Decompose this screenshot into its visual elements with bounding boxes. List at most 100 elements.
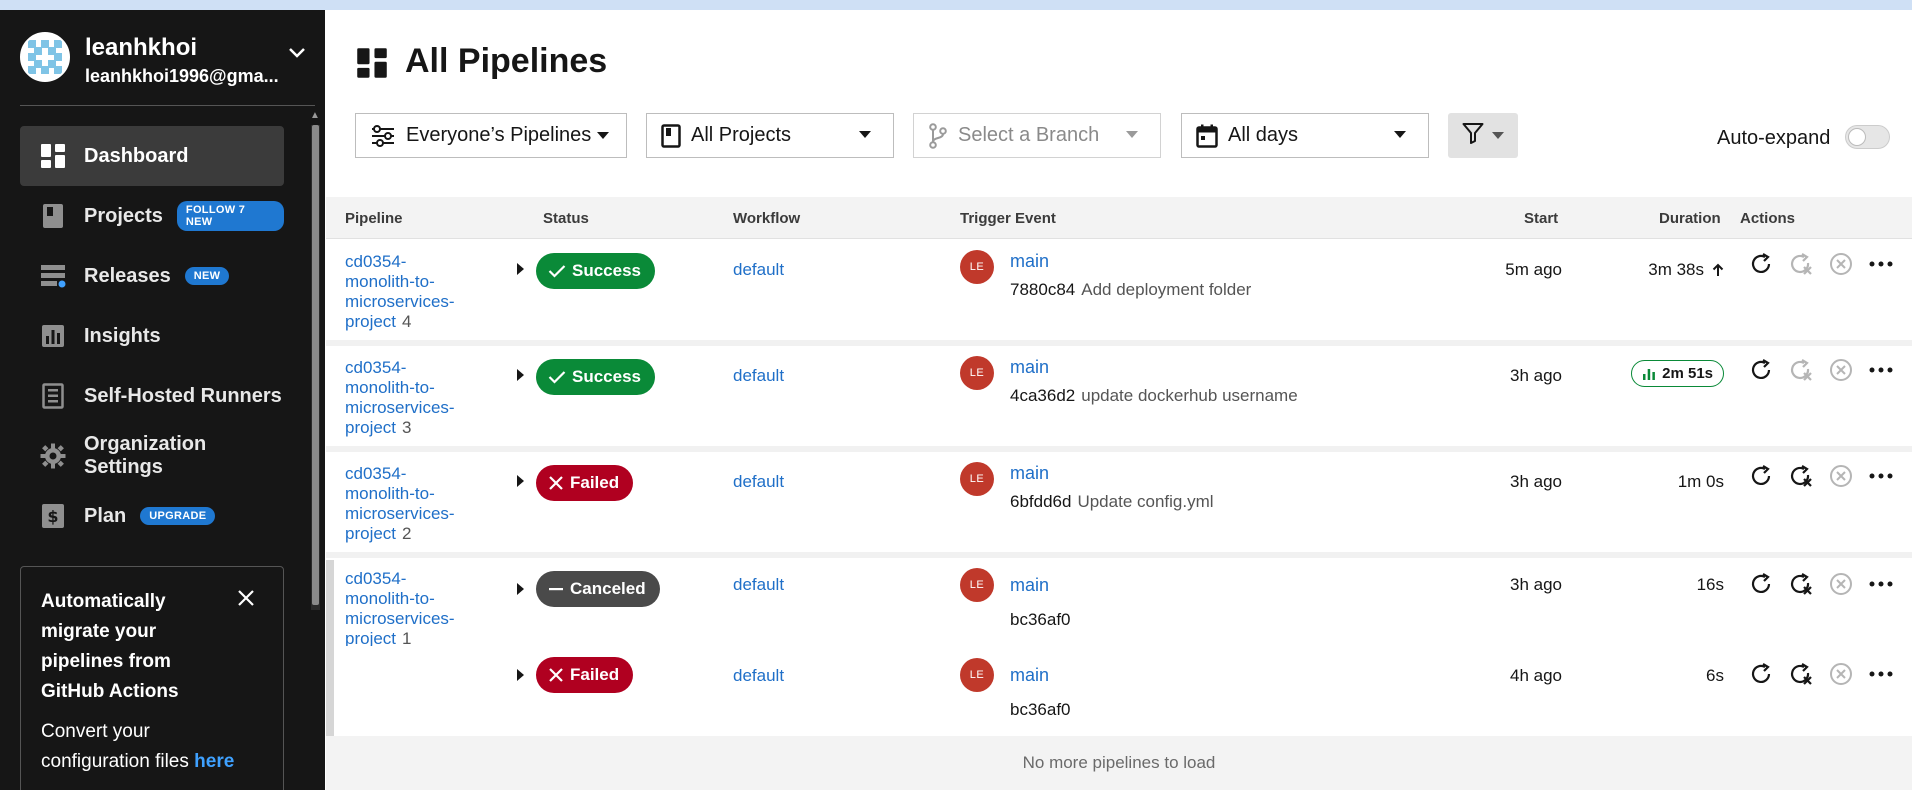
branch-placeholder: Select a Branch <box>958 124 1100 146</box>
cancel-icon[interactable] <box>1828 463 1854 489</box>
commit-message: update dockerhub username <box>1081 386 1298 405</box>
rerun-failed-icon[interactable] <box>1788 251 1814 277</box>
workflow-group-indicator <box>326 560 334 740</box>
auto-expand-toggle[interactable] <box>1845 125 1890 149</box>
x-icon <box>548 667 564 683</box>
commit-hash[interactable]: 4ca36d2 <box>1010 386 1075 405</box>
expand-row-icon[interactable] <box>517 669 524 681</box>
workflow-link[interactable]: default <box>733 472 784 492</box>
start-time: 4h ago <box>1510 666 1562 685</box>
branch-link[interactable]: main <box>1010 665 1049 686</box>
rerun-icon[interactable] <box>1748 251 1774 277</box>
pipeline-link[interactable]: cd0354- monolith-to- microservices- proj… <box>345 569 475 649</box>
pipeline-name-line: microservices- <box>345 398 455 417</box>
sidebar-item-insights[interactable]: Insights <box>20 306 284 366</box>
projects-filter[interactable]: All Projects <box>646 113 894 158</box>
pipeline-link[interactable]: cd0354- monolith-to- microservices- proj… <box>345 464 475 544</box>
commit-hash[interactable]: 7880c84 <box>1010 280 1075 299</box>
workflow-link[interactable]: default <box>733 575 784 595</box>
follow-badge[interactable]: FOLLOW 7 NEW <box>176 201 284 231</box>
expand-row-icon[interactable] <box>517 475 524 487</box>
workflow-link[interactable]: default <box>733 366 784 386</box>
status-badge[interactable]: Failed <box>536 657 634 693</box>
expand-row-icon[interactable] <box>517 369 524 381</box>
rerun-failed-icon[interactable] <box>1788 661 1814 687</box>
commit-hash[interactable]: bc36af0 <box>1010 700 1071 719</box>
commit-hash[interactable]: 6bfdd6d <box>1010 492 1071 511</box>
table-row[interactable]: cd0354- monolith-to- microservices- proj… <box>326 346 1912 446</box>
sidebar-item-plan[interactable]: $ Plan UPGRADE <box>20 486 284 546</box>
table-row[interactable]: cd0354- monolith-to- microservices- proj… <box>334 558 1912 649</box>
chevron-down-icon[interactable] <box>288 46 306 64</box>
avatar: LE <box>960 250 994 284</box>
row-actions <box>1748 251 1908 277</box>
rerun-icon[interactable] <box>1748 571 1774 597</box>
sidebar-item-organization-settings[interactable]: Organization Settings <box>20 426 284 486</box>
close-icon[interactable] <box>237 589 255 612</box>
rerun-icon[interactable] <box>1748 661 1774 687</box>
cancel-icon[interactable] <box>1828 357 1854 383</box>
rerun-icon[interactable] <box>1748 463 1774 489</box>
status-label: Success <box>572 261 641 280</box>
expand-row-icon[interactable] <box>517 263 524 275</box>
branch-link[interactable]: main <box>1010 251 1049 272</box>
status-badge[interactable]: Failed <box>536 465 634 501</box>
rerun-failed-icon[interactable] <box>1788 357 1814 383</box>
cancel-icon[interactable] <box>1828 251 1854 277</box>
avatar <box>20 32 70 82</box>
branch-filter[interactable]: Select a Branch <box>913 113 1161 158</box>
start-time: 3h ago <box>1510 472 1562 491</box>
branch-link[interactable]: main <box>1010 575 1049 596</box>
table-row[interactable]: cd0354- monolith-to- microservices- proj… <box>326 452 1912 552</box>
status-badge[interactable]: Success <box>536 359 655 395</box>
pipeline-name-line: microservices- <box>345 609 455 628</box>
duration-insight-pill[interactable]: 2m 51s <box>1631 360 1724 387</box>
cancel-icon[interactable] <box>1828 571 1854 597</box>
date-filter[interactable]: All days <box>1181 113 1429 158</box>
upgrade-badge[interactable]: UPGRADE <box>140 507 216 525</box>
pipeline-name-line: monolith-to- <box>345 378 435 397</box>
pipeline-name-line: project <box>345 312 397 331</box>
duration[interactable]: 2m 51s <box>1631 360 1724 387</box>
more-icon[interactable] <box>1868 661 1894 687</box>
pipelines-owner-filter[interactable]: Everyone’s Pipelines <box>355 113 627 158</box>
workflow-link[interactable]: default <box>733 260 784 280</box>
sidebar-item-label: Self-Hosted Runners <box>84 384 282 407</box>
caret-down-icon <box>597 132 610 139</box>
releases-icon <box>40 263 66 289</box>
status-badge[interactable]: Canceled <box>536 571 660 607</box>
scroll-up-icon[interactable]: ▲ <box>310 110 320 121</box>
more-icon[interactable] <box>1868 571 1894 597</box>
pipeline-link[interactable]: cd0354- monolith-to- microservices- proj… <box>345 358 475 438</box>
pipeline-link[interactable]: cd0354- monolith-to- microservices- proj… <box>345 252 475 332</box>
branch-link[interactable]: main <box>1010 463 1049 484</box>
more-icon[interactable] <box>1868 251 1894 277</box>
avatar: LE <box>960 658 994 692</box>
sidebar-item-releases[interactable]: Releases NEW <box>20 246 284 306</box>
more-icon[interactable] <box>1868 463 1894 489</box>
workflow-link[interactable]: default <box>733 666 784 686</box>
start-time: 5m ago <box>1505 260 1562 279</box>
sidebar-scrollbar[interactable] <box>311 125 320 610</box>
rerun-failed-icon[interactable] <box>1788 571 1814 597</box>
filter-menu-button[interactable] <box>1448 113 1518 158</box>
rerun-failed-icon[interactable] <box>1788 463 1814 489</box>
cancel-icon[interactable] <box>1828 661 1854 687</box>
column-header-actions: Actions <box>1740 210 1796 227</box>
user-menu[interactable]: leanhkhoi leanhkhoi1996@gma... <box>20 32 310 92</box>
duration-value: 2m 51s <box>1662 365 1713 382</box>
rerun-icon[interactable] <box>1748 357 1774 383</box>
more-icon[interactable] <box>1868 357 1894 383</box>
commit-hash[interactable]: bc36af0 <box>1010 610 1071 629</box>
status-badge[interactable]: Success <box>536 253 655 289</box>
projects-icon <box>40 203 66 229</box>
sidebar-item-self-hosted-runners[interactable]: Self-Hosted Runners <box>20 366 284 426</box>
table-row[interactable]: cd0354- monolith-to- microservices- proj… <box>326 240 1912 340</box>
expand-row-icon[interactable] <box>517 583 524 595</box>
branch-link[interactable]: main <box>1010 357 1049 378</box>
duration: 16s <box>1696 575 1724 594</box>
sidebar-item-projects[interactable]: Projects FOLLOW 7 NEW <box>20 186 284 246</box>
table-row[interactable]: Failed default LE main bc36af0 4h ago 6s <box>334 646 1912 736</box>
sidebar-item-dashboard[interactable]: Dashboard <box>20 126 284 186</box>
promo-link[interactable]: here <box>194 751 234 772</box>
